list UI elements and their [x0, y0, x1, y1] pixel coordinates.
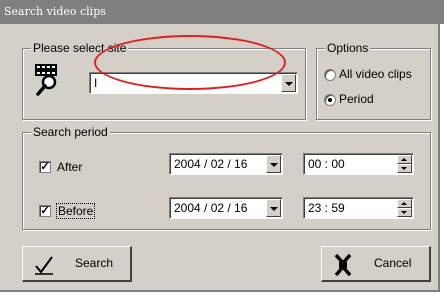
window-title: Search video clips — [0, 0, 444, 24]
checkmark-icon — [33, 254, 55, 279]
radio-period[interactable] — [324, 94, 336, 106]
after-time-spinner[interactable] — [397, 155, 412, 173]
spin-down-icon[interactable] — [397, 208, 412, 217]
search-button-label: Search — [75, 256, 114, 270]
options-group: Options All video clips Period — [316, 41, 431, 120]
after-checkbox[interactable]: ✓ — [39, 161, 51, 173]
spin-up-icon[interactable] — [397, 155, 412, 164]
site-group: Please select site I — [22, 41, 306, 120]
after-date-value: 2004 / 02 / 16 — [174, 157, 248, 171]
before-time-field[interactable]: 23 : 59 — [303, 197, 414, 219]
search-button[interactable]: Search — [22, 246, 132, 282]
after-label[interactable]: After — [57, 160, 82, 174]
search-camera-icon — [33, 62, 63, 96]
after-date-picker[interactable]: 2004 / 02 / 16 — [169, 153, 283, 175]
before-checkbox[interactable]: ✓ — [39, 205, 51, 217]
site-select[interactable]: I — [89, 72, 298, 94]
site-select-value: I — [94, 76, 98, 90]
spin-down-icon[interactable] — [397, 164, 412, 173]
chevron-down-icon[interactable] — [266, 155, 281, 173]
cancel-button-label: Cancel — [374, 256, 412, 270]
before-time-spinner[interactable] — [397, 199, 412, 217]
radio-all-video-clips-label[interactable]: All video clips — [339, 67, 412, 81]
site-group-legend: Please select site — [31, 41, 129, 55]
before-label[interactable]: Before — [55, 203, 96, 219]
after-time-value: 00 : 00 — [308, 157, 345, 171]
cancel-button[interactable]: Cancel — [321, 246, 431, 282]
radio-period-label[interactable]: Period — [339, 92, 374, 106]
radio-all-video-clips[interactable] — [324, 69, 336, 81]
chevron-down-icon[interactable] — [281, 74, 296, 92]
cancel-icon — [332, 253, 354, 280]
before-time-value: 23 : 59 — [308, 201, 345, 215]
options-group-legend: Options — [325, 41, 371, 55]
chevron-down-icon[interactable] — [266, 199, 281, 217]
search-period-legend: Search period — [31, 125, 110, 139]
after-time-field[interactable]: 00 : 00 — [303, 153, 414, 175]
before-label-text: Before — [58, 204, 94, 218]
before-date-value: 2004 / 02 / 16 — [174, 201, 248, 215]
before-date-picker[interactable]: 2004 / 02 / 16 — [169, 197, 283, 219]
spin-up-icon[interactable] — [397, 199, 412, 208]
search-period-group: Search period ✓ After 2004 / 02 / 16 00 … — [22, 125, 431, 230]
search-video-clips-dialog: Search video clips Please select site I … — [0, 0, 444, 292]
